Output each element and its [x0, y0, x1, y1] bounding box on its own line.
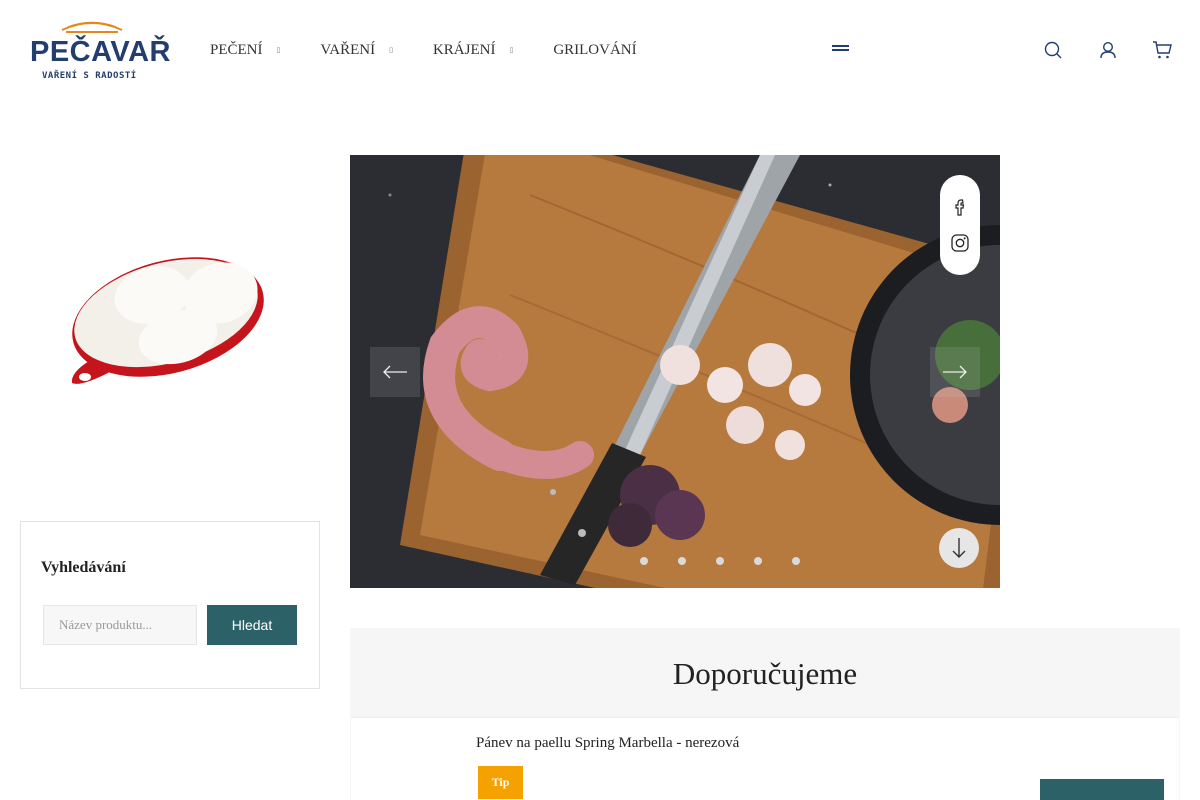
site-logo[interactable]: PEČAVAŘ VAŘENÍ S RADOSTÍ: [30, 16, 171, 84]
nav-item-grilovani[interactable]: GRILOVÁNÍ: [553, 42, 636, 59]
product-image-egg-pan[interactable]: [60, 245, 275, 390]
slider-dot[interactable]: [640, 557, 648, 565]
search-input[interactable]: Název produktu...: [43, 605, 197, 645]
main-nav: PEČENÍ ▯ VAŘENÍ ▯ KRÁJENÍ ▯ GRILOVÁNÍ: [210, 40, 637, 60]
menu-icon[interactable]: [832, 45, 849, 55]
search-widget-title: Vyhledávání: [41, 559, 126, 576]
nav-item-label: PEČENÍ: [210, 41, 263, 58]
slider-dot[interactable]: [754, 557, 762, 565]
logo-lid-icon: [61, 21, 123, 33]
product-badge: Tip: [478, 766, 523, 799]
slider-dot[interactable]: [678, 557, 686, 565]
product-name[interactable]: Pánev na paellu Spring Marbella - nerezo…: [476, 735, 739, 752]
arrow-right-icon: [943, 365, 967, 379]
hero-slide-image: [350, 155, 1000, 588]
logo-tagline: VAŘENÍ S RADOSTÍ: [42, 71, 137, 81]
product-card[interactable]: Pánev na paellu Spring Marbella - nerezo…: [351, 717, 1179, 800]
social-links: [940, 175, 980, 275]
user-icon[interactable]: [1098, 40, 1118, 60]
search-button[interactable]: Hledat: [207, 605, 297, 645]
dropdown-caret-icon: ▯: [509, 46, 514, 54]
search-icon[interactable]: [1043, 40, 1063, 60]
logo-name: PEČAVAŘ: [30, 36, 171, 68]
slider-dot[interactable]: [716, 557, 724, 565]
nav-item-label: GRILOVÁNÍ: [553, 41, 637, 58]
slider-next-button[interactable]: [930, 347, 980, 397]
slider-dot[interactable]: [792, 557, 800, 565]
add-to-cart-button[interactable]: [1040, 779, 1164, 800]
dropdown-caret-icon: ▯: [276, 46, 281, 54]
slider-pagination: [640, 557, 830, 565]
instagram-icon[interactable]: [950, 233, 970, 253]
nav-item-vareni[interactable]: VAŘENÍ ▯: [320, 42, 393, 59]
nav-item-label: VAŘENÍ: [320, 41, 376, 58]
arrow-down-icon: [952, 538, 966, 558]
cart-icon[interactable]: [1152, 40, 1172, 60]
section-title: Doporučujeme: [672, 656, 858, 691]
scroll-down-button[interactable]: [939, 528, 979, 568]
nav-item-peceni[interactable]: PEČENÍ ▯: [210, 42, 280, 59]
dropdown-caret-icon: ▯: [389, 46, 393, 54]
arrow-left-icon: [383, 365, 407, 379]
sidebar-search-widget: Vyhledávání Název produktu... Hledat: [20, 521, 320, 689]
slider-prev-button[interactable]: [370, 347, 420, 397]
recommended-section: Doporučujeme Pánev na paellu Spring Marb…: [350, 628, 1180, 800]
nav-item-krajeni[interactable]: KRÁJENÍ ▯: [433, 42, 513, 59]
hero-slider: [350, 155, 1000, 588]
facebook-icon[interactable]: [950, 197, 970, 217]
nav-item-label: KRÁJENÍ: [432, 41, 496, 58]
